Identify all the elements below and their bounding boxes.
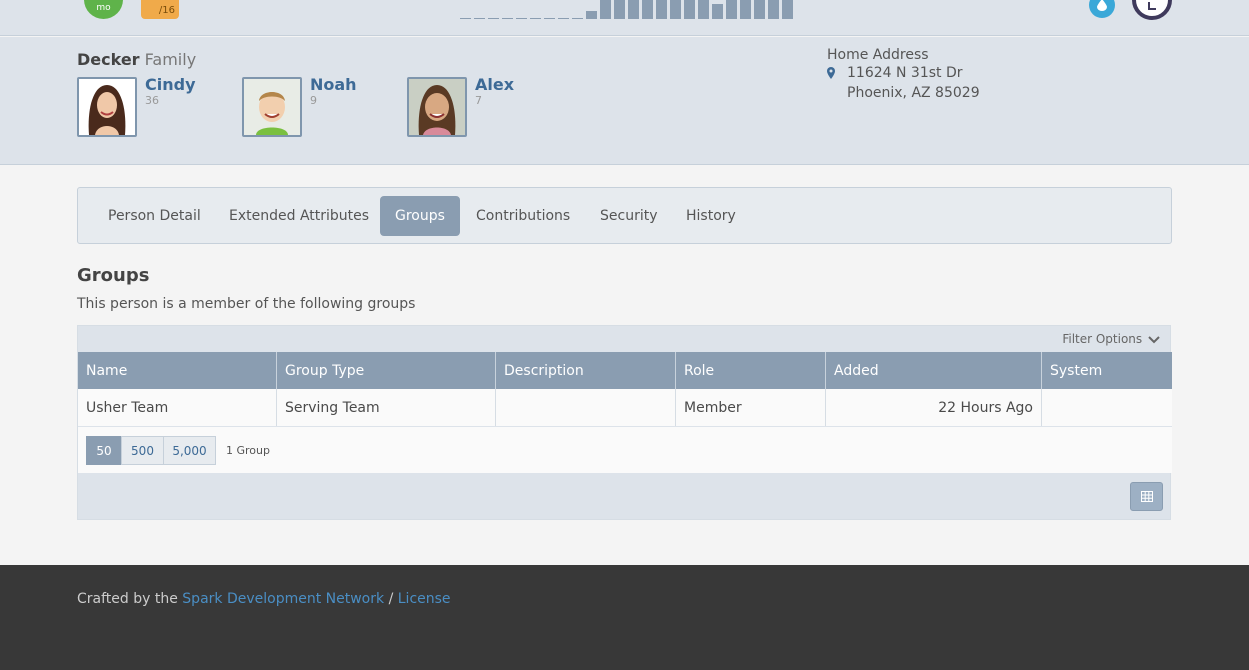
attendance-bar xyxy=(684,0,695,19)
address-lines: 11624 N 31st Dr Phoenix, AZ 85029 xyxy=(827,63,980,103)
column-header-group-type[interactable]: Group Type xyxy=(277,352,496,389)
footer-text: Crafted by the Spark Development Network… xyxy=(77,591,451,607)
family-suffix: Family xyxy=(144,50,197,69)
chevron-down-icon xyxy=(1148,335,1160,343)
attendance-bar xyxy=(740,0,751,19)
page-size-50[interactable]: 50 xyxy=(86,436,122,465)
attendance-bar xyxy=(558,18,569,19)
attendance-bar xyxy=(670,0,681,19)
table-row[interactable]: Usher Team Serving Team Member 22 Hours … xyxy=(78,389,1172,427)
attendance-chart xyxy=(460,0,796,19)
member-name[interactable]: Noah xyxy=(310,75,357,94)
attendance-bar xyxy=(614,0,625,19)
family-member-noah[interactable]: Noah 9 xyxy=(242,75,357,137)
attendance-bar xyxy=(642,0,653,19)
address-line2: Phoenix, AZ 85029 xyxy=(847,85,980,101)
family-last-name: Decker xyxy=(77,50,140,69)
page-title: Groups xyxy=(77,265,150,286)
column-header-name[interactable]: Name xyxy=(78,352,277,389)
grid-pager: 50 500 5,000 1 Group xyxy=(78,427,1172,473)
attendance-bar xyxy=(530,18,541,19)
attendance-bar xyxy=(488,18,499,19)
attendance-bar xyxy=(516,18,527,19)
badge-green[interactable]: mo xyxy=(84,0,123,19)
avatar[interactable] xyxy=(242,77,302,137)
attendance-bar xyxy=(754,0,765,19)
address-line1: 11624 N 31st Dr xyxy=(847,65,963,81)
tab-person-detail[interactable]: Person Detail xyxy=(93,196,216,236)
attendance-bar xyxy=(656,0,667,19)
attendance-bar xyxy=(712,4,723,19)
table-icon xyxy=(1141,491,1153,502)
badge-orange-text: /16 xyxy=(158,5,175,16)
badge-green-text: mo xyxy=(96,3,111,13)
avatar[interactable] xyxy=(77,77,137,137)
page-description: This person is a member of the following… xyxy=(77,296,416,312)
clock-icon[interactable] xyxy=(1132,0,1172,20)
home-address: Home Address 11624 N 31st Dr Phoenix, AZ… xyxy=(827,47,980,103)
cell-description xyxy=(496,389,676,426)
cell-group-type: Serving Team xyxy=(277,389,496,426)
column-header-added[interactable]: Added xyxy=(826,352,1042,389)
family-band: Decker Family Cindy 36 Noah 9 Alex 7 Hom… xyxy=(0,37,1249,165)
top-strip: mo /16 xyxy=(0,0,1249,36)
filter-options-toggle[interactable]: Filter Options xyxy=(1062,332,1160,346)
column-header-role[interactable]: Role xyxy=(676,352,826,389)
tab-groups[interactable]: Groups xyxy=(380,196,460,236)
tab-extended-attributes[interactable]: Extended Attributes xyxy=(214,196,384,236)
attendance-bar xyxy=(698,0,709,19)
column-header-system[interactable]: System xyxy=(1042,352,1172,389)
attendance-bar xyxy=(586,11,597,19)
filter-options-label: Filter Options xyxy=(1062,332,1143,346)
attendance-bar xyxy=(544,18,555,19)
member-name[interactable]: Alex xyxy=(475,75,514,94)
footer-link-spark[interactable]: Spark Development Network xyxy=(182,591,384,607)
footer: Crafted by the Spark Development Network… xyxy=(0,565,1249,670)
attendance-bar xyxy=(600,0,611,19)
footer-link-license[interactable]: License xyxy=(398,591,451,607)
person-tabs: Person Detail Extended Attributes Groups… xyxy=(77,187,1172,244)
attendance-bar xyxy=(768,0,779,19)
attendance-bar xyxy=(474,18,485,19)
table-header: Name Group Type Description Role Added S… xyxy=(78,352,1172,389)
item-count: 1 Group xyxy=(226,444,270,457)
attendance-bar xyxy=(628,0,639,19)
cell-system xyxy=(1042,389,1172,426)
avatar[interactable] xyxy=(407,77,467,137)
family-member-alex[interactable]: Alex 7 xyxy=(407,75,514,137)
tab-history[interactable]: History xyxy=(671,196,751,236)
groups-grid: Filter Options Name Group Type Descripti… xyxy=(77,325,1172,520)
tab-security[interactable]: Security xyxy=(585,196,673,236)
member-age: 7 xyxy=(475,94,482,107)
badge-orange[interactable]: /16 xyxy=(141,0,179,19)
attendance-bar xyxy=(572,18,583,19)
cell-role: Member xyxy=(676,389,826,426)
footer-prefix: Crafted by the xyxy=(77,591,178,607)
member-age: 36 xyxy=(145,94,159,107)
water-drop-icon[interactable] xyxy=(1089,0,1115,18)
footer-separator: / xyxy=(388,591,394,607)
page-size-5000[interactable]: 5,000 xyxy=(163,436,216,465)
attendance-bar xyxy=(782,0,793,19)
member-age: 9 xyxy=(310,94,317,107)
cell-name: Usher Team xyxy=(78,389,277,426)
attendance-bar xyxy=(726,0,737,19)
attendance-bar xyxy=(502,18,513,19)
tab-contributions[interactable]: Contributions xyxy=(461,196,585,236)
member-name[interactable]: Cindy xyxy=(145,75,196,94)
column-header-description[interactable]: Description xyxy=(496,352,676,389)
map-pin-icon xyxy=(827,67,835,79)
home-address-label: Home Address xyxy=(827,47,929,63)
export-excel-button[interactable] xyxy=(1130,482,1163,511)
attendance-bar xyxy=(460,18,471,19)
family-title: Decker Family xyxy=(77,50,196,69)
cell-added: 22 Hours Ago xyxy=(826,389,1042,426)
page-size-500[interactable]: 500 xyxy=(121,436,164,465)
family-member-cindy[interactable]: Cindy 36 xyxy=(77,75,196,137)
